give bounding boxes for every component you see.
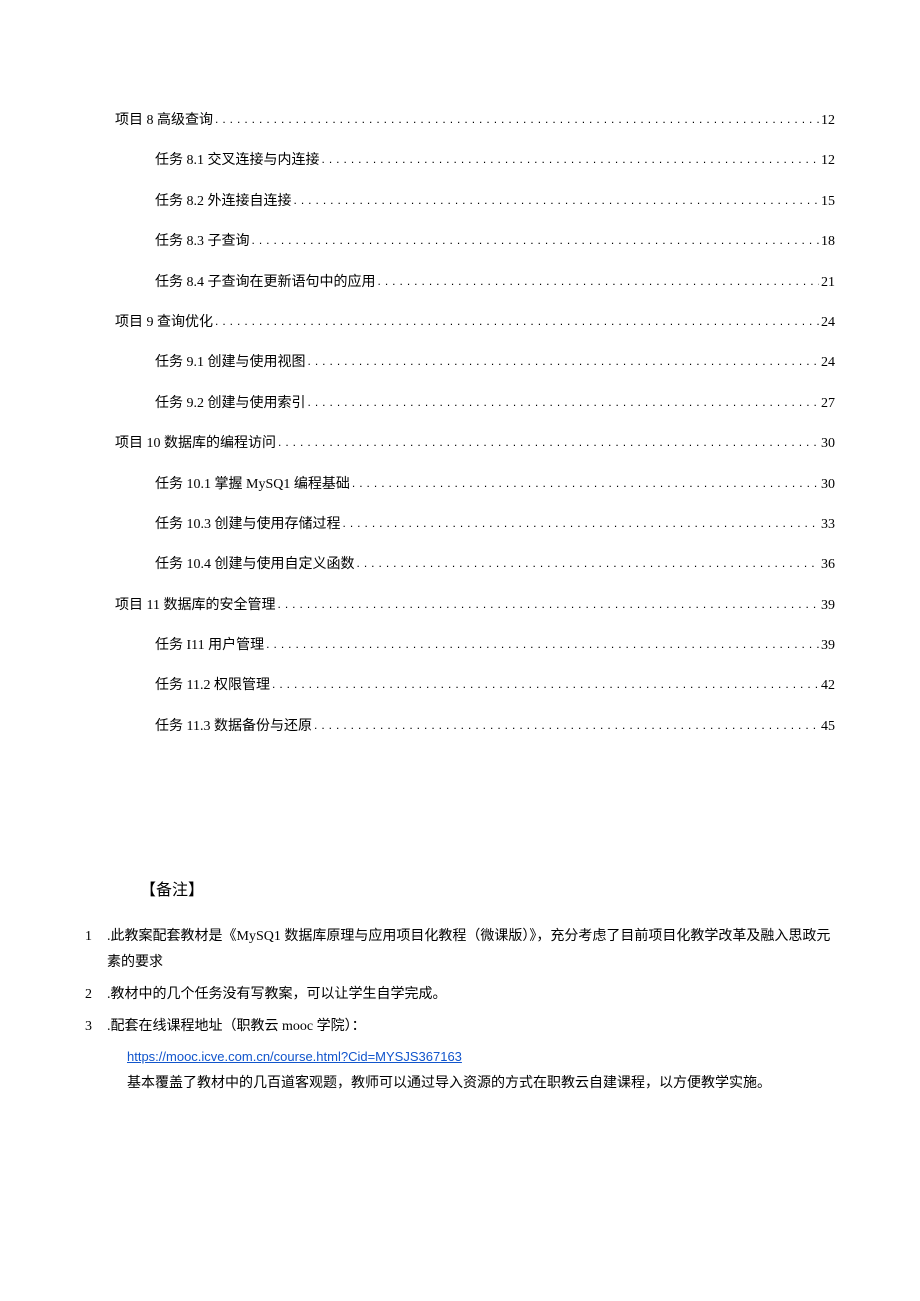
toc-row: 任务 9.1 创建与使用视图..........................…: [155, 352, 835, 374]
toc-row: 任务 8.1 交叉连接与内连接.........................…: [155, 150, 835, 172]
toc-page-number: 39: [821, 595, 835, 617]
toc-label: 项目 8 高级查询: [115, 110, 213, 132]
toc-label: 任务 11.3 数据备份与还原: [155, 716, 312, 738]
toc-leader-dots: ........................................…: [215, 312, 819, 331]
toc-page-number: 18: [821, 231, 835, 253]
notes-heading: 【备注】: [140, 878, 835, 904]
toc-leader-dots: ........................................…: [277, 595, 819, 614]
toc-page-number: 33: [821, 514, 835, 536]
toc-leader-dots: ........................................…: [278, 433, 819, 452]
toc-leader-dots: ........................................…: [215, 110, 819, 129]
note-body: .教材中的几个任务没有写教案，可以让学生自学完成。: [107, 982, 835, 1008]
toc-row: 项目 11 数据库的安全管理..........................…: [115, 595, 835, 617]
toc-label: 任务 9.2 创建与使用索引: [155, 393, 306, 415]
note-text: .此教案配套教材是《MySQ1 数据库原理与应用项目化教程（微课版）》，充分考虑…: [107, 924, 835, 976]
note-text: .教材中的几个任务没有写教案，可以让学生自学完成。: [107, 982, 835, 1008]
toc-page-number: 24: [821, 352, 835, 374]
toc-page-number: 12: [821, 150, 835, 172]
toc-label: 项目 10 数据库的编程访问: [115, 433, 276, 455]
note-item: 1.此教案配套教材是《MySQ1 数据库原理与应用项目化教程（微课版）》，充分考…: [85, 924, 835, 976]
toc-leader-dots: ........................................…: [294, 191, 820, 210]
toc-leader-dots: ........................................…: [343, 514, 820, 533]
note-link-line: https://mooc.icve.com.cn/course.html?Cid…: [127, 1045, 835, 1071]
toc-row: 项目 9 查询优化...............................…: [115, 312, 835, 334]
toc-label: 任务 11.2 权限管理: [155, 675, 270, 697]
note-item: 3.配套在线课程地址（职教云 mooc 学院）：: [85, 1014, 835, 1040]
toc-row: 任务 8.3 子查询..............................…: [155, 231, 835, 253]
note-text: .配套在线课程地址（职教云 mooc 学院）：: [107, 1014, 835, 1040]
toc-row: 任务 11.2 权限管理............................…: [155, 675, 835, 697]
toc-leader-dots: ........................................…: [314, 716, 819, 735]
toc-leader-dots: ........................................…: [322, 150, 820, 169]
toc-label: 任务 8.1 交叉连接与内连接: [155, 150, 320, 172]
toc-page-number: 12: [821, 110, 835, 132]
toc-leader-dots: ........................................…: [272, 675, 819, 694]
toc-leader-dots: ........................................…: [266, 635, 819, 654]
toc-page-number: 30: [821, 433, 835, 455]
toc-label: 任务 I11 用户管理: [155, 635, 264, 657]
toc-label: 任务 10.4 创建与使用自定义函数: [155, 554, 355, 576]
toc-label: 任务 8.3 子查询: [155, 231, 250, 253]
note-body: .此教案配套教材是《MySQ1 数据库原理与应用项目化教程（微课版）》，充分考虑…: [107, 924, 835, 976]
toc-label: 项目 11 数据库的安全管理: [115, 595, 275, 617]
toc-label: 项目 9 查询优化: [115, 312, 213, 334]
toc-label: 任务 9.1 创建与使用视图: [155, 352, 306, 374]
notes-section: 【备注】 1.此教案配套教材是《MySQ1 数据库原理与应用项目化教程（微课版）…: [85, 878, 835, 1097]
toc-label: 任务 10.3 创建与使用存储过程: [155, 514, 341, 536]
toc-leader-dots: ........................................…: [252, 231, 820, 250]
note-after-text: 基本覆盖了教材中的几百道客观题，教师可以通过导入资源的方式在职教云自建课程，以方…: [127, 1071, 835, 1097]
toc-row: 项目 8 高级查询...............................…: [115, 110, 835, 132]
toc-row: 任务 10.3 创建与使用存储过程.......................…: [155, 514, 835, 536]
toc-row: 任务 8.4 子查询在更新语句中的应用.....................…: [155, 272, 835, 294]
toc-row: 任务 10.4 创建与使用自定义函数......................…: [155, 554, 835, 576]
toc-row: 任务 9.2 创建与使用索引..........................…: [155, 393, 835, 415]
toc-page-number: 27: [821, 393, 835, 415]
note-item: 2.教材中的几个任务没有写教案，可以让学生自学完成。: [85, 982, 835, 1008]
toc-leader-dots: ........................................…: [308, 352, 820, 371]
toc-row: 任务 10.1 掌握 MySQ1 编程基础...................…: [155, 474, 835, 496]
toc-row: 任务 11.3 数据备份与还原.........................…: [155, 716, 835, 738]
toc-page-number: 30: [821, 474, 835, 496]
course-link[interactable]: https://mooc.icve.com.cn/course.html?Cid…: [127, 1049, 462, 1064]
toc-page-number: 45: [821, 716, 835, 738]
toc-label: 任务 10.1 掌握 MySQ1 编程基础: [155, 474, 350, 496]
toc-page-number: 39: [821, 635, 835, 657]
toc-leader-dots: ........................................…: [308, 393, 820, 412]
note-number: 3: [85, 1014, 107, 1040]
note-number: 1: [85, 924, 107, 976]
table-of-contents: 项目 8 高级查询...............................…: [85, 110, 835, 738]
note-body: .配套在线课程地址（职教云 mooc 学院）：: [107, 1014, 835, 1040]
toc-label: 任务 8.4 子查询在更新语句中的应用: [155, 272, 376, 294]
toc-page-number: 21: [821, 272, 835, 294]
toc-leader-dots: ........................................…: [357, 554, 820, 573]
notes-list: 1.此教案配套教材是《MySQ1 数据库原理与应用项目化教程（微课版）》，充分考…: [85, 924, 835, 1097]
toc-label: 任务 8.2 外连接自连接: [155, 191, 292, 213]
toc-row: 项目 10 数据库的编程访问..........................…: [115, 433, 835, 455]
toc-page-number: 15: [821, 191, 835, 213]
toc-leader-dots: ........................................…: [352, 474, 819, 493]
toc-page-number: 24: [821, 312, 835, 334]
toc-page-number: 42: [821, 675, 835, 697]
note-number: 2: [85, 982, 107, 1008]
toc-row: 任务 8.2 外连接自连接...........................…: [155, 191, 835, 213]
toc-row: 任务 I11 用户管理.............................…: [155, 635, 835, 657]
toc-leader-dots: ........................................…: [378, 272, 820, 291]
toc-page-number: 36: [821, 554, 835, 576]
